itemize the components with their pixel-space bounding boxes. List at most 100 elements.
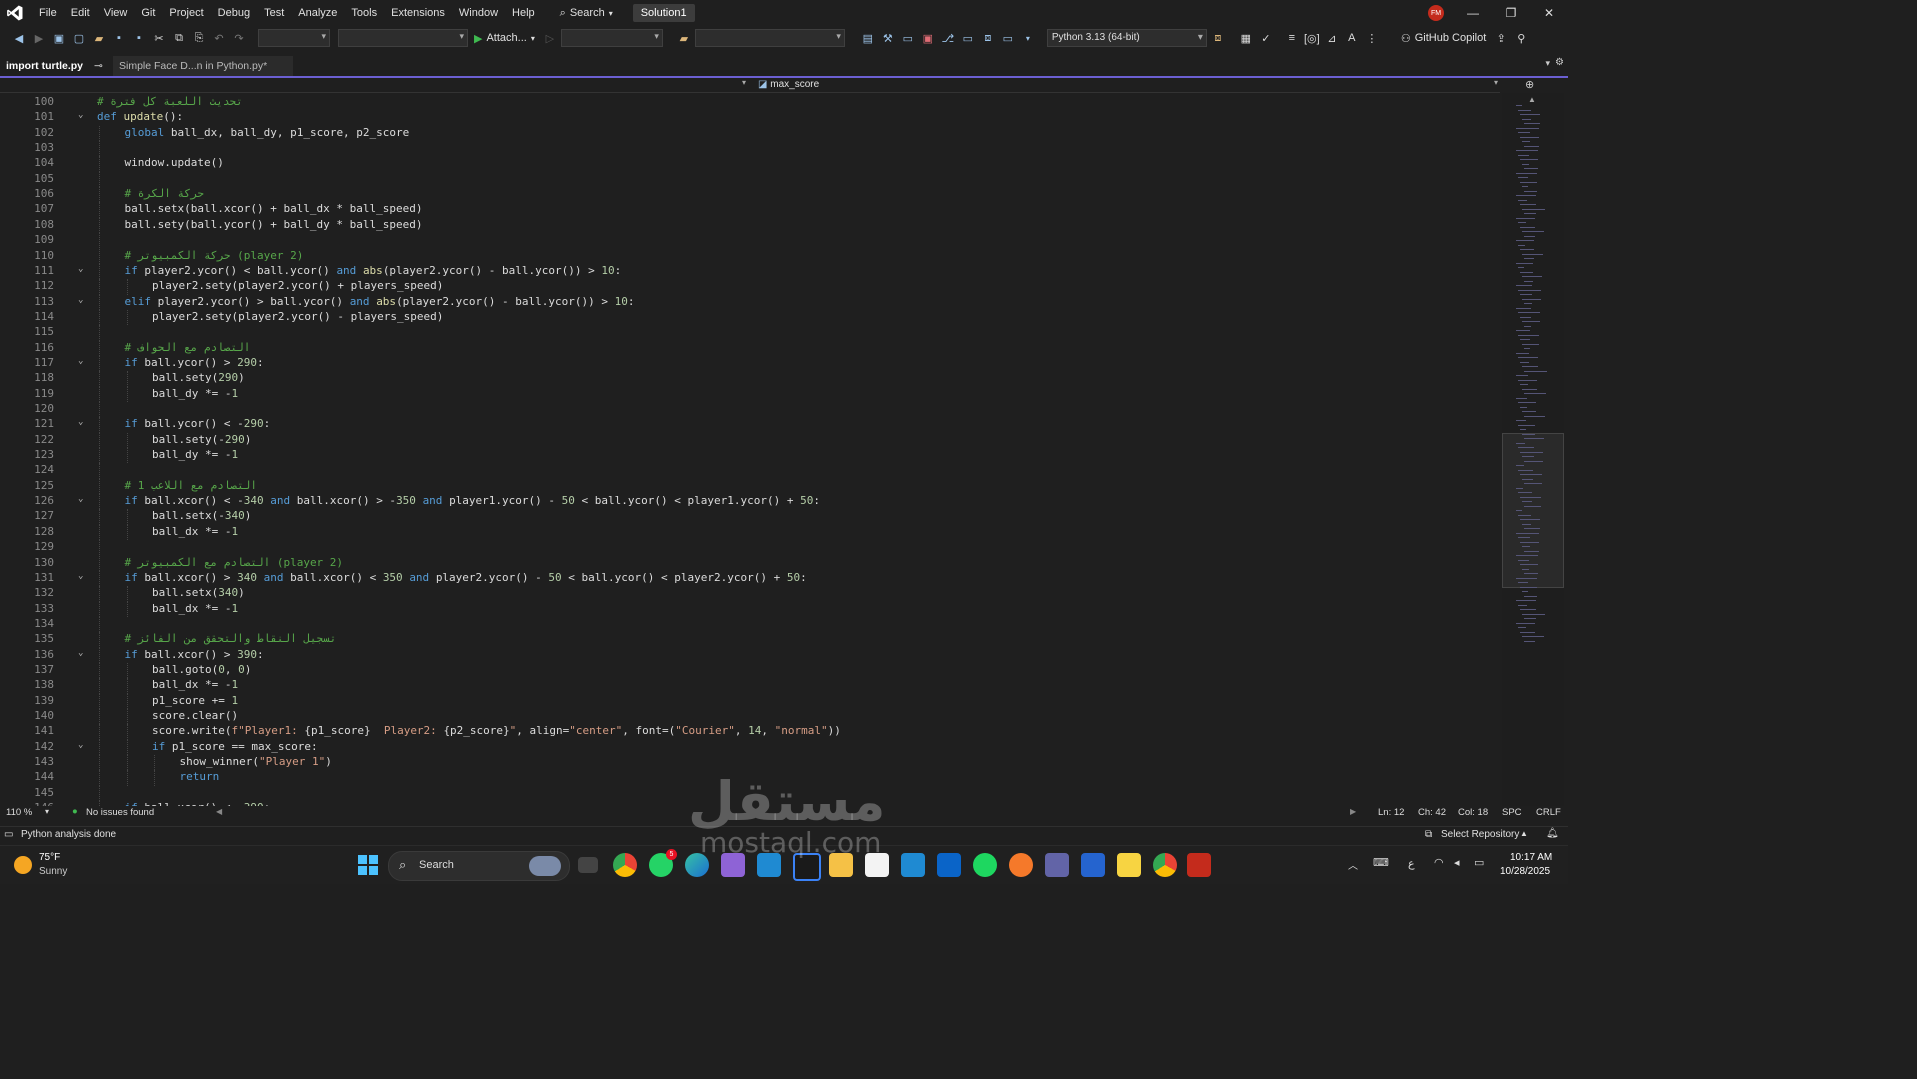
task-view-icon[interactable] (578, 857, 598, 873)
menu-item-test[interactable]: Test (257, 0, 291, 26)
breakpoint-icon[interactable]: ⊿ (1323, 29, 1341, 47)
code-line[interactable]: 100 # تحديث اللعبة كل فترة (0, 95, 1500, 110)
code-line[interactable]: 129 (0, 540, 1500, 556)
member-dropdown-chevron-icon[interactable]: ▾ (1494, 78, 1498, 87)
code-line[interactable]: 114 player2.sety(player2.ycor() - players… (0, 309, 1500, 326)
code-line[interactable]: 130 # التصادم مع الكمبيوتر (player 2) (0, 555, 1500, 571)
configuration-dropdown[interactable] (258, 29, 330, 47)
redo-icon[interactable]: ↷ (230, 29, 248, 47)
scroll-right-icon[interactable]: ▶ (1350, 807, 1356, 816)
taskbar-search[interactable]: ⌕ Search (388, 851, 570, 881)
tab-overflow-icon[interactable]: ▾ (1545, 58, 1550, 69)
code-line[interactable]: 107 ball.setx(ball.xcor() + ball_dx * bal… (0, 202, 1500, 218)
code-line[interactable]: 140 score.clear() (0, 709, 1500, 725)
layout-icon[interactable]: ▦ (1237, 29, 1255, 47)
code-line[interactable]: 122 ball.sety(-290) (0, 432, 1500, 449)
code-line[interactable]: 111 ⌄ if player2.ycor() < ball.ycor() and … (0, 263, 1500, 280)
panel-icon[interactable]: ▭ (999, 29, 1017, 47)
notifications-icon[interactable]: 🔔︎ (1546, 828, 1559, 839)
format-icon[interactable]: ≡ (1283, 29, 1301, 47)
python-environment-select[interactable]: Python 3.13 (64-bit) (1046, 29, 1207, 47)
code-line[interactable]: 125 # التصادم مع اللاعب 1 (0, 478, 1500, 495)
line-indicator[interactable]: Ln: 12 (1378, 807, 1404, 818)
code-line[interactable]: 127 ball.setx(-340) (0, 509, 1500, 525)
folder-icon[interactable]: ▰ (675, 29, 693, 47)
code-line[interactable]: 128 ball_dx *= -1 (0, 524, 1500, 541)
code-line[interactable]: 101 ⌄ def update(): (0, 110, 1500, 125)
code-editor[interactable]: 100 # تحديث اللعبة كل فترة 101 ⌄ def update(… (0, 93, 1500, 806)
code-line[interactable]: 102 global ball_dx, ball_dy, p1_score, p2… (0, 125, 1500, 142)
spell-icon[interactable]: ✓ (1257, 29, 1275, 47)
share-icon[interactable]: ⇪ (1492, 29, 1510, 47)
outlook-icon[interactable] (937, 853, 961, 877)
fold-chevron-icon[interactable]: ⌄ (78, 740, 83, 750)
code-line[interactable]: 126 ⌄ if ball.xcor() < -340 and ball.xcor(… (0, 494, 1500, 510)
save-icon[interactable]: ▪ (110, 29, 128, 47)
window-icon[interactable]: ▭ (959, 29, 977, 47)
attach-button[interactable]: ▶ Attach... ▾ (470, 32, 539, 45)
chrome-icon[interactable] (613, 853, 637, 877)
toolbox-icon[interactable]: ▣ (919, 29, 937, 47)
solution-explorer-dropdown[interactable] (694, 29, 845, 47)
select-repository-button[interactable]: Select Repository (1441, 829, 1519, 840)
clock-date[interactable]: 10/28/2025 (1500, 866, 1550, 877)
feedback-icon[interactable]: ⚲ (1512, 29, 1530, 47)
code-line[interactable]: 119 ball_dy *= -1 (0, 386, 1500, 402)
code-line[interactable]: 137 ball.goto(0, 0) (0, 662, 1500, 679)
fold-chevron-icon[interactable]: ⌄ (78, 571, 83, 581)
brackets-icon[interactable]: [◎] (1303, 29, 1321, 47)
more-icon[interactable]: ⋮ (1363, 29, 1381, 47)
code-line[interactable]: 132 ball.setx(340) (0, 586, 1500, 602)
menu-item-view[interactable]: View (97, 0, 135, 26)
code-line[interactable]: 110 # حركة الكمبيوتر (player 2) (0, 248, 1500, 264)
code-line[interactable]: 109 (0, 233, 1500, 249)
menu-item-edit[interactable]: Edit (64, 0, 97, 26)
col-indicator[interactable]: Col: 18 (1458, 807, 1488, 818)
code-line[interactable]: 139 p1_score += 1 (0, 693, 1500, 709)
spotify-icon[interactable] (973, 853, 997, 877)
package-icon[interactable]: ⧈ (1209, 29, 1227, 47)
zoom-level[interactable]: 110 % (6, 807, 32, 818)
member-dropdown[interactable]: ◪ max_score (758, 78, 819, 92)
code-line[interactable]: 117 ⌄ if ball.ycor() > 290: (0, 355, 1500, 372)
code-line[interactable]: 141 score.write(f"Player1: {p1_score} Pla… (0, 724, 1500, 740)
volume-icon[interactable]: ◂ (1454, 856, 1460, 869)
tab-simple-face[interactable]: Simple Face D...n in Python.py* (113, 56, 293, 76)
text-icon[interactable]: A (1343, 29, 1361, 47)
code-line[interactable]: 105 (0, 171, 1500, 188)
overflow-icon[interactable]: ▾ (1019, 29, 1037, 47)
blender-icon[interactable] (1009, 853, 1033, 877)
chrome-profile-icon[interactable] (1153, 853, 1177, 877)
menu-item-debug[interactable]: Debug (211, 0, 257, 26)
todo-icon[interactable] (1081, 853, 1105, 877)
code-line[interactable]: 142 ⌄ if p1_score == max_score: (0, 739, 1500, 756)
scope-dropdown-icon[interactable]: ▾ (742, 78, 746, 87)
undo-icon[interactable]: ↶ (210, 29, 228, 47)
scroll-left-icon[interactable]: ◀ (216, 807, 222, 816)
line-ending-indicator[interactable]: CRLF (1536, 807, 1561, 818)
settings-icon[interactable]: ⚙ (1555, 57, 1564, 68)
teams-icon[interactable] (1045, 853, 1069, 877)
chevron-up-icon[interactable]: ▲ (1520, 829, 1528, 838)
git-icon[interactable]: ⎇ (939, 29, 957, 47)
clock-time[interactable]: 10:17 AM (1510, 852, 1552, 863)
new-project-icon[interactable]: ▣ (50, 29, 68, 47)
editor-minimap[interactable]: ▲ (1502, 93, 1564, 806)
save-all-icon[interactable]: ▪ (130, 29, 148, 47)
forward-icon[interactable]: ▶ (30, 29, 48, 47)
wifi-icon[interactable]: ◠ (1434, 856, 1444, 869)
code-line[interactable]: 118 ball.sety(290) (0, 371, 1500, 387)
startup-item-dropdown[interactable] (560, 29, 663, 47)
pin-icon[interactable]: ⊸ (94, 60, 103, 72)
avatar[interactable]: FM (1428, 5, 1444, 21)
open-folder-icon[interactable]: ▰ (90, 29, 108, 47)
battery-icon[interactable]: ▭ (1474, 856, 1484, 869)
code-line[interactable]: 103 (0, 141, 1500, 157)
whitespace-indicator[interactable]: SPC (1502, 807, 1522, 818)
tab-import-turtle[interactable]: import turtle.py ⊸ ✕ (0, 56, 118, 92)
code-line[interactable]: 133 ball_dx *= -1 (0, 601, 1500, 617)
fold-chevron-icon[interactable]: ⌄ (78, 494, 83, 504)
code-line[interactable]: 120 (0, 402, 1500, 418)
code-line[interactable]: 134 (0, 616, 1500, 633)
menu-item-file[interactable]: File (32, 0, 64, 26)
